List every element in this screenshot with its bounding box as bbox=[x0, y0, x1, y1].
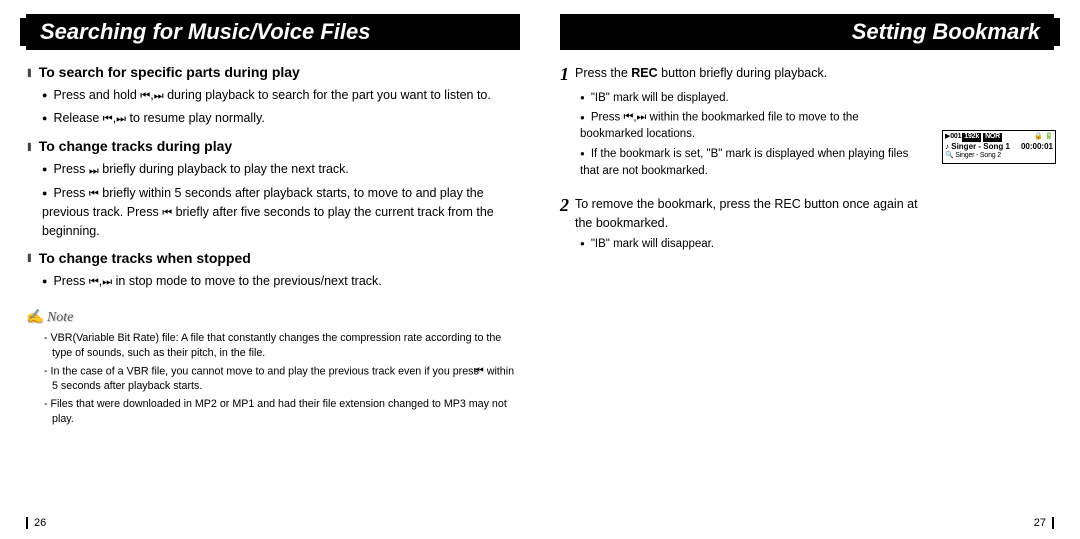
left-title: Searching for Music/Voice Files bbox=[26, 14, 520, 50]
section-change-tracks-stopped: To change tracks when stopped bbox=[26, 250, 520, 266]
bullet: Press and hold , during playback to sear… bbox=[42, 86, 520, 105]
prev-icon bbox=[623, 109, 633, 126]
prev-icon bbox=[89, 184, 99, 203]
right-page: Setting Bookmark 1 Press the REC button … bbox=[540, 0, 1080, 539]
page-number-left: 26 bbox=[26, 517, 46, 529]
page-number-right: 27 bbox=[1034, 517, 1054, 529]
note-block: Note VBR(Variable Bit Rate) file: A file… bbox=[26, 309, 520, 426]
step-1: 1 Press the REC button briefly during pl… bbox=[560, 64, 925, 86]
bullet: Press briefly within 5 seconds after pla… bbox=[42, 184, 520, 240]
note-item: VBR(Variable Bit Rate) file: A file that… bbox=[44, 331, 520, 360]
prev-icon bbox=[89, 272, 99, 291]
next-icon bbox=[637, 109, 647, 126]
section-change-tracks-play: To change tracks during play bbox=[26, 138, 520, 154]
left-title-bar: Searching for Music/Voice Files bbox=[20, 14, 520, 50]
step-2: 2 To remove the bookmark, press the REC … bbox=[560, 195, 925, 231]
bullet: Press briefly during playback to play th… bbox=[42, 160, 520, 179]
next-icon bbox=[89, 161, 99, 180]
bullet: Release , to resume play normally. bbox=[42, 109, 520, 128]
bullet: Press , in stop mode to move to the prev… bbox=[42, 272, 520, 291]
prev-icon bbox=[140, 86, 150, 105]
sub-bullet: Press , within the bookmarked file to mo… bbox=[580, 109, 925, 143]
step-text: To remove the bookmark, press the REC bu… bbox=[575, 195, 925, 231]
next-icon bbox=[102, 272, 112, 291]
left-page: Searching for Music/Voice Files To searc… bbox=[0, 0, 540, 539]
right-title: Setting Bookmark bbox=[560, 14, 1054, 50]
prev-icon bbox=[103, 109, 113, 128]
note-item: In the case of a VBR file, you cannot mo… bbox=[44, 364, 520, 393]
sub-bullet: "IB" mark will be displayed. bbox=[580, 90, 925, 107]
sub-bullet: "IB" mark will disappear. bbox=[580, 236, 925, 253]
note-item: Files that were downloaded in MP2 or MP1… bbox=[44, 397, 520, 426]
next-icon bbox=[154, 86, 164, 105]
prev-icon bbox=[162, 203, 172, 222]
step-number: 1 bbox=[560, 64, 569, 86]
title-mark bbox=[1054, 18, 1060, 46]
step-number: 2 bbox=[560, 195, 569, 231]
section-search-parts: To search for specific parts during play bbox=[26, 64, 520, 80]
note-label: Note bbox=[26, 309, 520, 326]
next-icon bbox=[116, 109, 126, 128]
sub-bullet: If the bookmark is set, "B" mark is disp… bbox=[580, 146, 925, 179]
step-text: Press the REC button briefly during play… bbox=[575, 64, 827, 86]
device-lcd: ▶001 192k NOR 🔒 🔋 ♪ Singer - Song 1 00:0… bbox=[942, 130, 1056, 164]
right-title-bar: Setting Bookmark bbox=[560, 14, 1060, 50]
